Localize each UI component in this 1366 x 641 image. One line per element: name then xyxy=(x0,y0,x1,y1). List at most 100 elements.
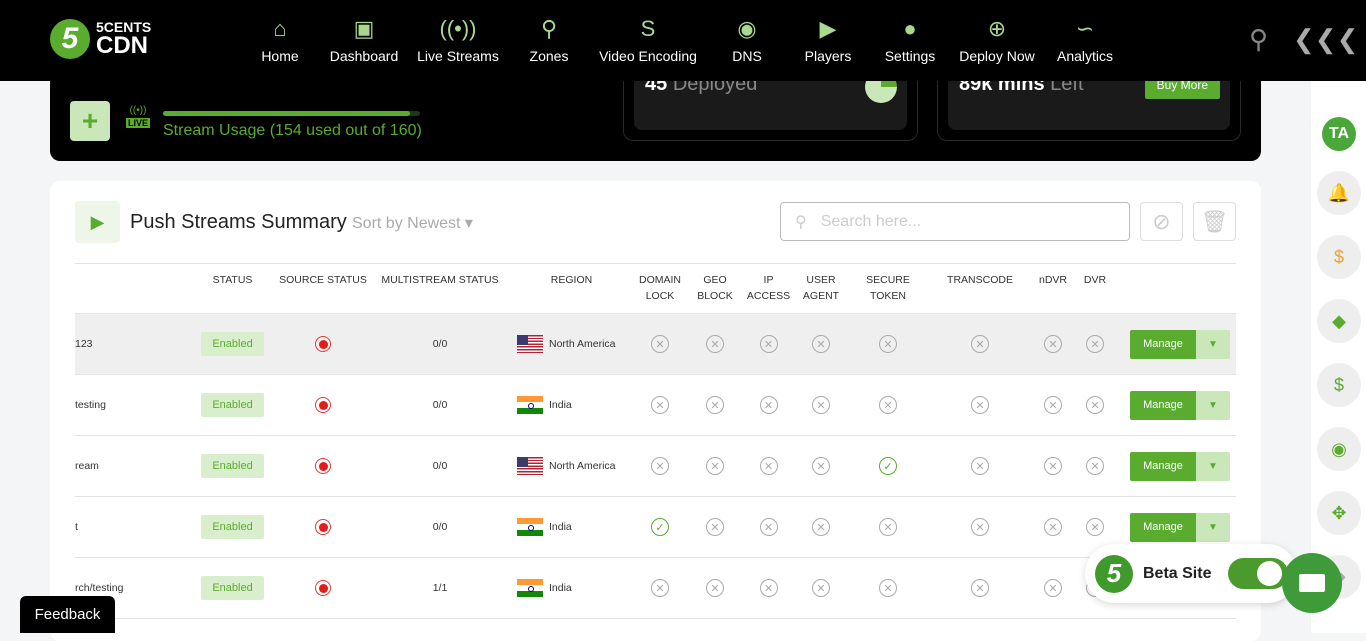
table-header: STATUS SOURCE STATUS MULTISTREAM STATUS REG… xyxy=(75,263,1236,314)
collapse-icon[interactable]: ❮❮❮ xyxy=(1293,24,1358,55)
cross-icon: ✕ xyxy=(812,579,830,597)
column-header: SECURE TOKEN xyxy=(866,274,910,302)
search-field[interactable]: ⚲ xyxy=(780,202,1130,241)
cross-icon: ✕ xyxy=(812,396,830,414)
manage-button[interactable]: Manage xyxy=(1130,329,1196,359)
region: India xyxy=(549,521,572,533)
status-badge: Enabled xyxy=(201,515,264,539)
source-status-icon xyxy=(315,580,331,596)
table-row[interactable]: rch/testing Enabled 1/1 India✕✕✕✕✕✕✕✕Man… xyxy=(75,558,1236,619)
cross-icon: ✕ xyxy=(1044,457,1062,475)
page-title: Push Streams Summary xyxy=(130,211,347,233)
column-header: TRANSCODE xyxy=(947,274,1013,286)
column-header: REGION xyxy=(550,274,593,286)
logo-mark: 5 xyxy=(50,19,90,59)
cross-icon: ✕ xyxy=(651,457,669,475)
feedback-button[interactable]: Feedback xyxy=(20,596,115,633)
cross-icon: ✕ xyxy=(706,518,724,536)
chevron-down-icon[interactable]: ▼ xyxy=(1196,390,1230,420)
status-badge: Enabled xyxy=(201,576,264,600)
cross-icon: ✕ xyxy=(1044,518,1062,536)
support-icon[interactable]: ✥ xyxy=(1317,491,1361,535)
cross-icon: ✕ xyxy=(1086,396,1104,414)
cross-icon: ✕ xyxy=(706,457,724,475)
region: India xyxy=(549,582,572,594)
cross-icon: ✕ xyxy=(759,518,778,536)
stream-name[interactable]: 123 xyxy=(75,338,189,350)
column-header: MULTISTREAM STATUS xyxy=(381,274,499,286)
home-icon: ⌂ xyxy=(273,16,287,41)
search-icon[interactable]: ⚲ xyxy=(1249,24,1268,55)
check-icon: ✓ xyxy=(651,518,669,536)
multistream-status: 0/0 xyxy=(432,338,448,350)
nav-video-encoding[interactable]: S Video Encoding xyxy=(598,14,698,64)
nav-settings[interactable]: ● Settings xyxy=(860,14,960,64)
stream-usage-text: Stream Usage (154 used out of 160) xyxy=(163,122,422,139)
manage-button[interactable]: Manage xyxy=(1130,512,1196,542)
cross-icon: ✕ xyxy=(759,396,778,414)
flag-icon xyxy=(517,518,543,536)
search-input[interactable] xyxy=(820,212,1101,231)
column-header: SOURCE STATUS xyxy=(279,274,367,286)
manage-button[interactable]: Manage xyxy=(1130,451,1196,481)
multistream-status: 0/0 xyxy=(432,460,448,472)
cross-icon: ✕ xyxy=(1044,579,1062,597)
cross-icon: ✕ xyxy=(759,579,778,597)
record-icon[interactable]: ◉ xyxy=(1317,427,1361,471)
add-stream-button[interactable]: + xyxy=(70,101,110,141)
manage-button[interactable]: Manage xyxy=(1130,390,1196,420)
logo-mark: 5 xyxy=(1095,554,1133,593)
cross-icon: ✕ xyxy=(1086,457,1104,475)
encoding-icon: S xyxy=(640,16,656,41)
nav-live-streams[interactable]: ((•)) Live Streams xyxy=(408,14,508,64)
dashboard-icon: ▣ xyxy=(353,16,375,41)
table-row[interactable]: 123 Enabled 0/0 North America ✕ ✕ ✕ ✕ ✕ ✕ ✕ ✕ Man… xyxy=(75,314,1236,375)
cross-icon: ✕ xyxy=(879,518,897,536)
cross-icon: ✕ xyxy=(971,457,989,475)
usage-banner: + ((•)) LIVE Stream Usage (154 used out o… xyxy=(50,70,1261,161)
nav-dashboard[interactable]: ▣ Dashboard xyxy=(314,14,414,64)
table-row[interactable]: testing Enabled 0/0 India ✕ ✕ ✕ ✕ ✕ ✕ ✕ ✕ Manage ▼ xyxy=(75,375,1236,436)
search-icon: ⚲ xyxy=(795,213,807,231)
cross-icon: ✕ xyxy=(879,579,897,597)
stream-name[interactable]: rch/testing xyxy=(75,582,189,594)
bell-icon[interactable]: 🔔 xyxy=(1317,171,1361,215)
stream-name[interactable]: ream xyxy=(75,460,189,472)
avatar[interactable]: TA xyxy=(1322,117,1356,151)
column-header: USER AGENT xyxy=(802,274,840,302)
column-header: nDVR xyxy=(1038,274,1067,286)
sort-dropdown[interactable]: Sort by Newest ▾ xyxy=(352,213,473,233)
cross-icon: ✕ xyxy=(706,335,724,353)
source-status-icon xyxy=(315,519,331,535)
chat-button[interactable] xyxy=(1282,553,1342,613)
chevron-down-icon[interactable]: ▼ xyxy=(1196,329,1230,359)
user-settings-icon: ● xyxy=(903,16,917,41)
disable-button[interactable]: ⊘ xyxy=(1140,202,1183,241)
delete-button[interactable]: 🗑 xyxy=(1193,202,1236,241)
source-status-icon xyxy=(315,397,331,413)
cross-icon: ✕ xyxy=(879,396,897,414)
chevron-down-icon[interactable]: ▼ xyxy=(1196,512,1230,542)
cross-icon: ✕ xyxy=(706,396,724,414)
right-sidebar: TA 🔔 $ ◆ $ ◉ ✥ ➜ xyxy=(1311,81,1366,633)
cross-icon: ✕ xyxy=(1086,335,1104,353)
broadcast-icon: ((•)) xyxy=(439,16,477,41)
money-bag-icon[interactable]: $ xyxy=(1317,235,1361,279)
beta-site-toggle[interactable] xyxy=(1228,558,1288,589)
logo[interactable]: 5 5CENTS CDN xyxy=(50,19,151,59)
nav-zones[interactable]: ⚲ Zones xyxy=(499,14,599,64)
table-row[interactable]: ream Enabled 0/0 North America ✕ ✕ ✕ ✕ ✓ ✕ ✕ ✕ Ma… xyxy=(75,436,1236,497)
stream-name[interactable]: t xyxy=(75,521,189,533)
multistream-status: 0/0 xyxy=(432,399,448,411)
column-header xyxy=(75,264,189,313)
source-status-icon xyxy=(315,336,331,352)
flag-icon xyxy=(517,579,543,597)
table-row[interactable]: t Enabled 0/0 India ✓ ✕ ✕ ✕ ✕ ✕ ✕ ✕ Manage ▼ xyxy=(75,497,1236,558)
cross-icon: ✕ xyxy=(879,335,897,353)
chevron-down-icon[interactable]: ▼ xyxy=(1196,451,1230,481)
stream-name[interactable]: testing xyxy=(75,399,189,411)
nav-analytics[interactable]: ∽ Analytics xyxy=(1035,14,1135,64)
invoice-icon[interactable]: $ xyxy=(1317,363,1361,407)
ticket-icon[interactable]: ◆ xyxy=(1317,299,1361,343)
nav-deploy-now[interactable]: ⊕ Deploy Now xyxy=(947,14,1047,64)
